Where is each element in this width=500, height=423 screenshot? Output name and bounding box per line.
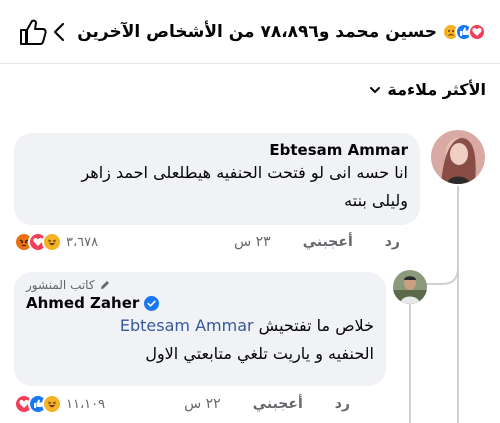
comment-time[interactable]: ٢٣ س [234, 234, 271, 250]
haha-icon [42, 232, 62, 252]
thumbs-up-outline-icon[interactable] [18, 17, 48, 47]
reactions-summary[interactable]: حسين محمد و٧٨،٨٩٦ من الأشخاص الآخرين [50, 20, 486, 44]
comment-actions: ٢٢ س أعجبني رد [184, 396, 350, 412]
avatar[interactable] [393, 270, 427, 304]
reply-thread-line [409, 304, 411, 423]
reply-button[interactable]: رد [385, 234, 400, 250]
comment-actions: ٢٣ س أعجبني رد [234, 234, 400, 250]
comment-text: خلاص ما تفتحيش [253, 316, 374, 335]
author-badge-label: كاتب المنشور [26, 278, 95, 292]
comment-time[interactable]: ٢٢ س [184, 396, 221, 412]
avatar[interactable] [431, 130, 485, 184]
comment-reactions[interactable]: ٣،٦٧٨ [14, 232, 98, 252]
chevron-left-icon[interactable] [50, 21, 68, 43]
reply-button[interactable]: رد [335, 396, 350, 412]
comment-author[interactable]: Ahmed Zaher [26, 294, 139, 312]
sort-dropdown[interactable]: الأكثر ملاءمة [369, 80, 486, 99]
header-bar: حسين محمد و٧٨،٨٩٦ من الأشخاص الآخرين [0, 0, 500, 64]
reaction-count: ٣،٦٧٨ [66, 234, 99, 250]
pen-icon [100, 281, 109, 289]
comment-text-line: الحنفيه و ياريت تلغي متابعتي الاول [145, 344, 374, 363]
comment-author[interactable]: Ebtesam Ammar [26, 141, 408, 159]
verified-badge-icon [144, 295, 160, 311]
like-button[interactable]: أعجبني [253, 396, 303, 412]
mention-link[interactable]: Ebtesam Ammar [120, 316, 254, 335]
reaction-count: ١١،١٠٩ [66, 396, 106, 412]
comment-text-line: وليلى بنته [344, 191, 408, 210]
comment-reactions[interactable]: ١١،١٠٩ [14, 394, 105, 414]
heart-icon [468, 23, 486, 41]
comment-bubble[interactable]: كاتب المنشور Ahmed Zaher خلاص ما تفتحيش … [14, 272, 386, 386]
reactors-title[interactable]: حسين محمد و٧٨،٨٩٦ من الأشخاص الآخرين [77, 22, 437, 42]
comment-bubble[interactable]: Ebtesam Ammar انا حسه انى لو فتحت الحنفي… [14, 133, 420, 225]
author-badge: كاتب المنشور [26, 278, 374, 292]
thread-line [457, 186, 459, 423]
comment-text-line: انا حسه انى لو فتحت الحنفيه هيطلعلى احمد… [81, 163, 408, 182]
sort-label: الأكثر ملاءمة [387, 80, 486, 99]
chevron-down-icon [370, 86, 381, 93]
haha-icon [42, 394, 62, 414]
header-reaction-icons [442, 23, 486, 41]
comment-text-line: خلاص ما تفتحيش Ebtesam Ammar [26, 312, 374, 340]
like-button[interactable]: أعجبني [303, 234, 353, 250]
